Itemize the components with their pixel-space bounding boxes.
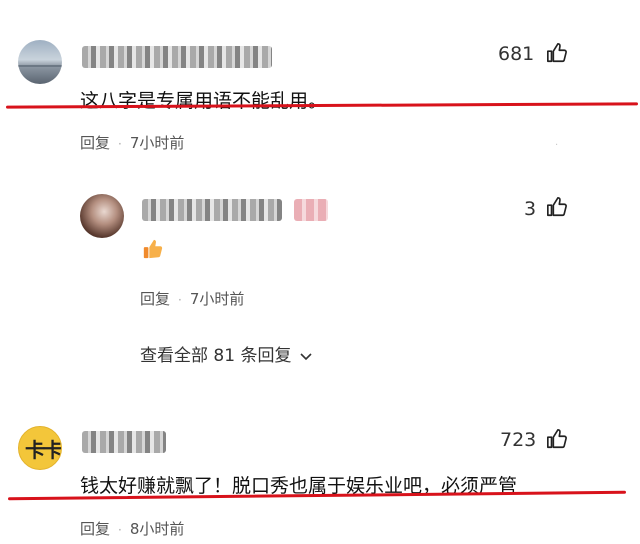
timestamp: 8小时前	[129, 520, 185, 538]
chevron-down-icon	[300, 353, 312, 361]
thumbs-up-icon[interactable]	[546, 428, 568, 450]
badge-blurred	[294, 199, 328, 221]
comment-text: 这八字是专属用语不能乱用。	[80, 90, 328, 112]
comment-meta: 回复 · 8小时前	[80, 520, 185, 538]
thumbs-up-icon[interactable]	[546, 196, 568, 218]
avatar[interactable]	[18, 40, 62, 84]
like-count: 723	[500, 429, 537, 451]
reply-button[interactable]: 回复	[140, 290, 170, 308]
avatar[interactable]	[80, 194, 124, 238]
more-dot[interactable]: ·	[555, 140, 558, 151]
timestamp: 7小时前	[129, 134, 185, 152]
timestamp: 7小时前	[189, 290, 245, 308]
thumbs-up-icon[interactable]	[546, 42, 568, 64]
reply-button[interactable]: 回复	[80, 520, 110, 538]
avatar-text: 卡卡	[25, 438, 61, 462]
comment-meta: 回复 · 7小时前	[80, 134, 185, 152]
view-all-label: 查看全部 81 条回复	[140, 346, 292, 366]
like-count: 3	[524, 198, 537, 220]
username-blurred[interactable]	[82, 46, 272, 68]
reply-button[interactable]: 回复	[80, 134, 110, 152]
avatar[interactable]: 卡卡	[18, 426, 62, 470]
thumbs-up-emoji-icon	[143, 239, 163, 259]
comment-meta: 回复 · 7小时前	[140, 290, 245, 308]
like-count: 681	[498, 43, 535, 65]
username-blurred[interactable]	[142, 199, 282, 221]
view-all-replies-link[interactable]: 查看全部 81 条回复	[140, 341, 313, 366]
username-blurred[interactable]	[82, 431, 166, 453]
